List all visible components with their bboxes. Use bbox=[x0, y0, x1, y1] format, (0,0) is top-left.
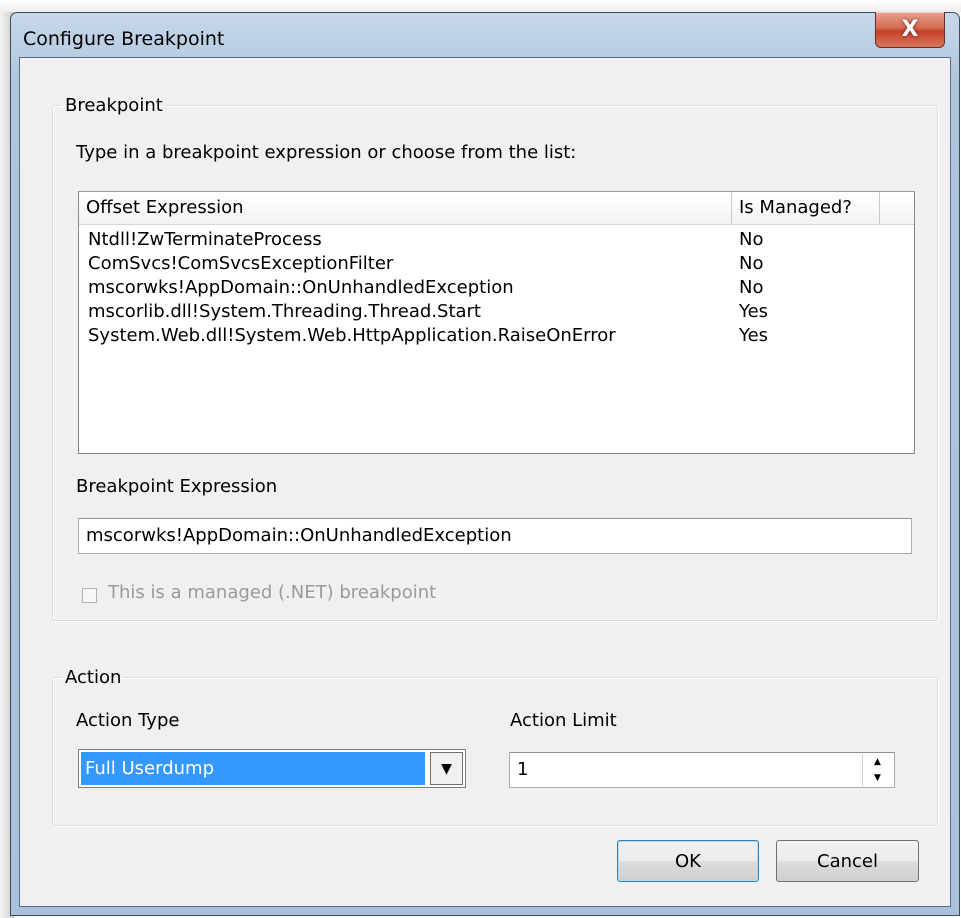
action-limit-label: Action Limit bbox=[510, 710, 617, 731]
managed-breakpoint-checkbox[interactable] bbox=[82, 588, 97, 603]
list-item[interactable]: mscorwks!AppDomain::OnUnhandledException… bbox=[79, 276, 914, 300]
ok-button[interactable]: OK bbox=[617, 840, 759, 882]
action-group: Action bbox=[52, 667, 938, 826]
dialog-title: Configure Breakpoint bbox=[23, 28, 225, 50]
list-item-managed: No bbox=[739, 253, 764, 274]
breakpoint-expression-label: Breakpoint Expression bbox=[76, 476, 278, 497]
breakpoint-group-legend: Breakpoint bbox=[65, 95, 163, 116]
list-item[interactable]: Ntdll!ZwTerminateProcess No bbox=[79, 228, 914, 252]
close-button[interactable]: X bbox=[875, 12, 945, 48]
list-item-expression: System.Web.dll!System.Web.HttpApplicatio… bbox=[88, 325, 616, 346]
list-item-managed: Yes bbox=[739, 325, 769, 346]
list-item-managed: No bbox=[739, 229, 764, 250]
configure-breakpoint-dialog: Configure Breakpoint X Breakpoint Type i… bbox=[10, 12, 960, 916]
close-icon: X bbox=[901, 17, 919, 42]
background-window-top bbox=[0, 0, 961, 12]
action-type-select[interactable]: Full Userdump ▼ bbox=[78, 749, 466, 788]
column-header-is-managed[interactable]: Is Managed? bbox=[732, 192, 880, 224]
list-item[interactable]: ComSvcs!ComSvcsExceptionFilter No bbox=[79, 252, 914, 276]
list-item-expression: mscorlib.dll!System.Threading.Thread.Sta… bbox=[88, 301, 481, 322]
list-item-expression: Ntdll!ZwTerminateProcess bbox=[88, 229, 322, 250]
list-item-expression: mscorwks!AppDomain::OnUnhandledException bbox=[88, 277, 514, 298]
list-rows: Ntdll!ZwTerminateProcess No ComSvcs!ComS… bbox=[79, 228, 914, 348]
spin-down-icon[interactable]: ▼ bbox=[862, 770, 892, 786]
breakpoint-expression-input[interactable]: mscorwks!AppDomain::OnUnhandledException bbox=[78, 518, 912, 554]
list-item[interactable]: System.Web.dll!System.Web.HttpApplicatio… bbox=[79, 324, 914, 348]
column-header-filler bbox=[880, 192, 914, 224]
list-item-managed: No bbox=[739, 277, 764, 298]
action-type-label: Action Type bbox=[76, 710, 180, 731]
managed-breakpoint-label: This is a managed (.NET) breakpoint bbox=[108, 582, 437, 603]
list-item-expression: ComSvcs!ComSvcsExceptionFilter bbox=[88, 253, 394, 274]
action-type-selected-value: Full Userdump bbox=[81, 752, 425, 785]
list-item-managed: Yes bbox=[739, 301, 769, 322]
action-limit-stepper[interactable]: 1 ▲ ▼ bbox=[509, 752, 895, 788]
dialog-client-area: Breakpoint Type in a breakpoint expressi… bbox=[19, 57, 951, 907]
chevron-down-icon[interactable]: ▼ bbox=[430, 752, 463, 785]
action-limit-value: 1 bbox=[517, 759, 529, 780]
list-item[interactable]: mscorlib.dll!System.Threading.Thread.Sta… bbox=[79, 300, 914, 324]
cancel-button[interactable]: Cancel bbox=[776, 840, 919, 882]
action-group-legend: Action bbox=[65, 667, 122, 688]
column-header-offset-expression[interactable]: Offset Expression bbox=[79, 192, 732, 224]
breakpoint-instruction: Type in a breakpoint expression or choos… bbox=[76, 142, 577, 163]
list-header: Offset Expression Is Managed? bbox=[79, 192, 914, 225]
breakpoint-list[interactable]: Offset Expression Is Managed? Ntdll!ZwTe… bbox=[78, 191, 915, 454]
